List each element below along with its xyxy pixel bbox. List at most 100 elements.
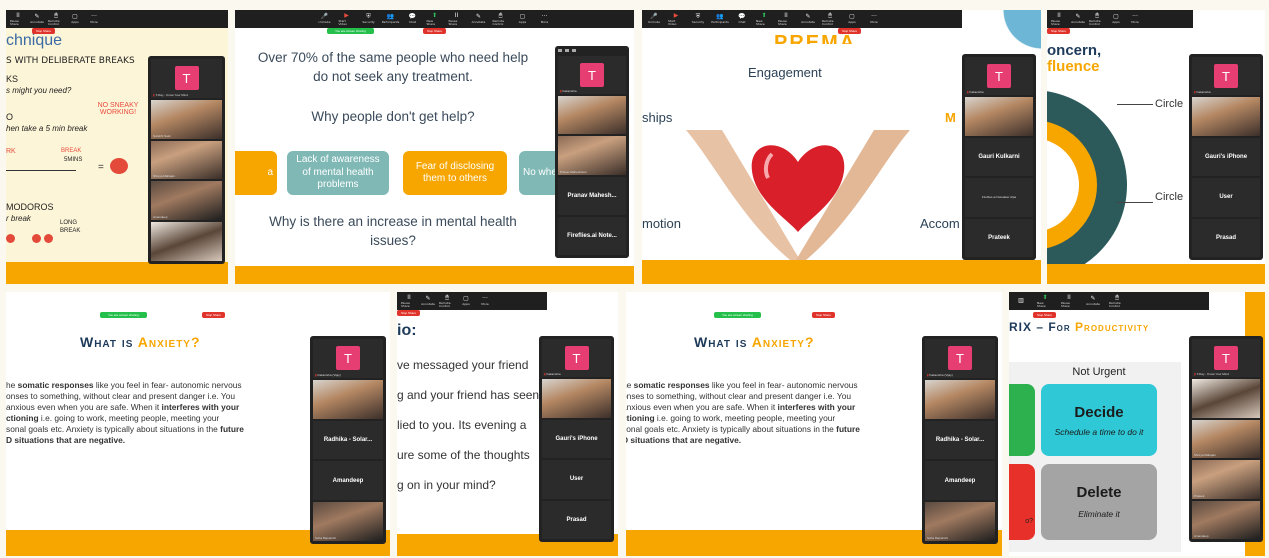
participant-tile[interactable]: Gauri's iPhone — [542, 419, 611, 459]
participant-tile[interactable]: T ▮ T-Day - Know Your Mind — [1192, 339, 1260, 378]
participant-tile[interactable] — [542, 379, 611, 418]
more-button[interactable]: ··· More — [1127, 14, 1143, 24]
participant-tile[interactable]: Prasad — [1192, 218, 1260, 258]
participant-tile[interactable]: Pranav Mahesh... — [558, 176, 626, 215]
participant-tile[interactable]: Shreya Mahajan — [151, 140, 222, 180]
stop-share-button[interactable]: Stop Share — [1047, 28, 1071, 34]
remote-control-button[interactable]: 🖱 Remote Control — [439, 294, 455, 308]
participant-tile[interactable]: User — [1192, 178, 1260, 217]
participant-tile[interactable]: Amandeep — [1192, 500, 1260, 540]
annotate-button[interactable]: ✎ Annotate — [471, 14, 487, 24]
annotate-button[interactable]: ✎ Annotate — [800, 14, 816, 24]
participant-tile[interactable] — [151, 222, 222, 261]
participant-tile[interactable]: T ▮ Kakanisha (Vijay) — [313, 339, 383, 378]
zoom-toolbar: 🎤 Unmute ▶ Start Video ⛨ Security 👥 Particip… — [642, 10, 962, 28]
participants-button[interactable]: 👥 Participants — [711, 14, 729, 24]
participant-tile[interactable]: Fireflies.ai Note... — [558, 216, 626, 256]
participant-tile[interactable]: Soha Rajvanshi — [925, 502, 995, 541]
participant-tile[interactable]: User — [542, 460, 611, 499]
participant-tile[interactable]: Gauri's iPhone — [1192, 137, 1260, 177]
participant-tile[interactable]: Amandeep — [313, 461, 383, 501]
stop-share-button[interactable]: Stop Share — [423, 28, 447, 34]
participant-tile[interactable] — [558, 96, 626, 135]
security-button[interactable]: ⛨ Security — [690, 14, 706, 24]
participant-tile[interactable]: Soha Rajvanshi — [313, 502, 383, 541]
stop-share-button[interactable]: Stop Share — [32, 28, 56, 34]
participants-button[interactable]: 👥 Participants — [382, 14, 400, 24]
remote-control-button[interactable]: 🖱 Remote Control — [1109, 294, 1125, 308]
pause-share-button[interactable]: II Pause Share — [401, 294, 417, 308]
pause-share-button[interactable]: II Pause Share — [778, 12, 794, 26]
chat-button[interactable]: 💬 Chat — [734, 14, 750, 24]
tomato-icon — [32, 234, 41, 243]
participant-tile[interactable]: T ▮ Kakanisha — [1192, 57, 1260, 96]
stop-share-button[interactable]: Stop Share — [202, 312, 226, 318]
quadrant-fragment: o? — [1025, 518, 1033, 525]
annotate-button[interactable]: ✎ Annotate — [420, 296, 436, 306]
apps-button[interactable]: ▢ Apps — [458, 296, 474, 306]
annotate-button[interactable]: ✎ Annotate — [1085, 296, 1101, 306]
more-button[interactable]: ··· More — [86, 14, 102, 24]
participant-tile[interactable]: Fireflies.ai Notetaker Alpa — [965, 178, 1033, 217]
remote-control-button[interactable]: 🖱 Remote Control — [1089, 12, 1105, 26]
more-button[interactable]: ··· More — [537, 14, 553, 24]
participant-tile[interactable] — [1192, 97, 1260, 136]
apps-button[interactable]: ▢ Apps — [844, 14, 860, 24]
participant-tile[interactable]: T ▮ Kakanisha — [542, 339, 611, 378]
new-share-button[interactable]: ⬆ New Share — [756, 12, 772, 26]
stop-share-button[interactable]: Stop Share — [397, 310, 421, 316]
participant-tile[interactable]: Amandeep — [925, 461, 995, 501]
participant-tile[interactable]: Amandeep — [151, 181, 222, 221]
participant-tile[interactable]: T ▮ Kakanisha — [965, 57, 1033, 96]
share-tile-8: ▥ ⬆ New Share II Pause Share ✎ Annotate 🖱 Re… — [1009, 292, 1265, 556]
polls-button[interactable]: ▥ — [1013, 297, 1029, 305]
security-button[interactable]: ⛨ Security — [361, 14, 377, 24]
stop-share-button[interactable]: Stop Share — [1033, 312, 1057, 318]
zoom-toolbar: II Pause Share ✎ Annotate 🖱 Remote Control … — [6, 10, 228, 28]
annotate-button[interactable]: ✎ Annotate — [29, 14, 45, 24]
stop-share-button[interactable]: Stop Share — [838, 28, 862, 34]
participant-tile[interactable]: Prateek — [1192, 460, 1260, 499]
participant-tile[interactable]: Radhika - Solar... — [313, 420, 383, 460]
unmute-button[interactable]: 🎤 Unmute — [646, 14, 662, 24]
participant-name-large: User — [1219, 194, 1233, 201]
participant-tile[interactable] — [1192, 379, 1260, 418]
participant-tile[interactable]: T ▮ Kakanisha (Vijay) — [925, 339, 995, 378]
remote-control-button[interactable]: 🖱 Remote Control — [48, 12, 64, 26]
apps-button[interactable]: ▢ Apps — [67, 14, 83, 24]
participant-tile[interactable]: Prasad — [542, 500, 611, 540]
more-button[interactable]: ··· More — [866, 14, 882, 24]
avatar: T — [948, 346, 972, 371]
panel-controls[interactable] — [558, 49, 626, 54]
pause-share-button[interactable]: II Pause Share — [1051, 12, 1067, 26]
participant-tile[interactable]: Shreya Mahajan — [1192, 419, 1260, 459]
participant-tile[interactable]: Radhika - Solar... — [925, 420, 995, 460]
participant-tile[interactable] — [965, 97, 1033, 136]
pause-share-button[interactable]: II Pause Share — [1061, 294, 1077, 308]
remote-control-button[interactable]: 🖱 Remote Control — [493, 12, 509, 26]
remote-control-button[interactable]: 🖱 Remote Control — [822, 12, 838, 26]
apps-button[interactable]: ▢ Apps — [515, 14, 531, 24]
participant-tile[interactable]: Pranav Maheshwari — [558, 136, 626, 175]
pause-share-button[interactable]: II Pause Share — [449, 12, 465, 26]
slide-text: Over 70% of the same people who need hel… — [257, 50, 529, 65]
unmute-button[interactable]: 🎤 Unmute — [317, 14, 333, 24]
new-share-button[interactable]: ⬆ New Share — [427, 12, 443, 26]
stop-share-button[interactable]: Stop Share — [812, 312, 836, 318]
participant-tile[interactable]: T ▮ T-Day - Know Your Mind — [151, 59, 222, 98]
pause-share-button[interactable]: II Pause Share — [10, 12, 26, 26]
new-share-button[interactable]: ⬆ New Share — [1037, 294, 1053, 308]
participant-tile[interactable] — [313, 379, 383, 419]
annotate-button[interactable]: ✎ Annotate — [1070, 14, 1086, 24]
participant-tile[interactable]: Prateek — [965, 218, 1033, 258]
zoom-toolbar: II Pause Share ✎ Annotate 🖱 Remote Control … — [397, 292, 547, 310]
participant-tile[interactable]: T ▮ Kakanisha — [558, 56, 626, 95]
participant-tile[interactable]: Surabhi Saini — [151, 99, 222, 139]
chat-button[interactable]: 💬 Chat — [405, 14, 421, 24]
apps-button[interactable]: ▢ Apps — [1108, 14, 1124, 24]
participant-tile[interactable]: Gauri Kulkarni — [965, 137, 1033, 177]
participant-tile[interactable] — [925, 379, 995, 419]
start-video-button[interactable]: ▶ Start Video — [668, 12, 684, 26]
more-button[interactable]: ··· More — [477, 296, 493, 306]
start-video-button[interactable]: ▶ Start Video — [339, 12, 355, 26]
